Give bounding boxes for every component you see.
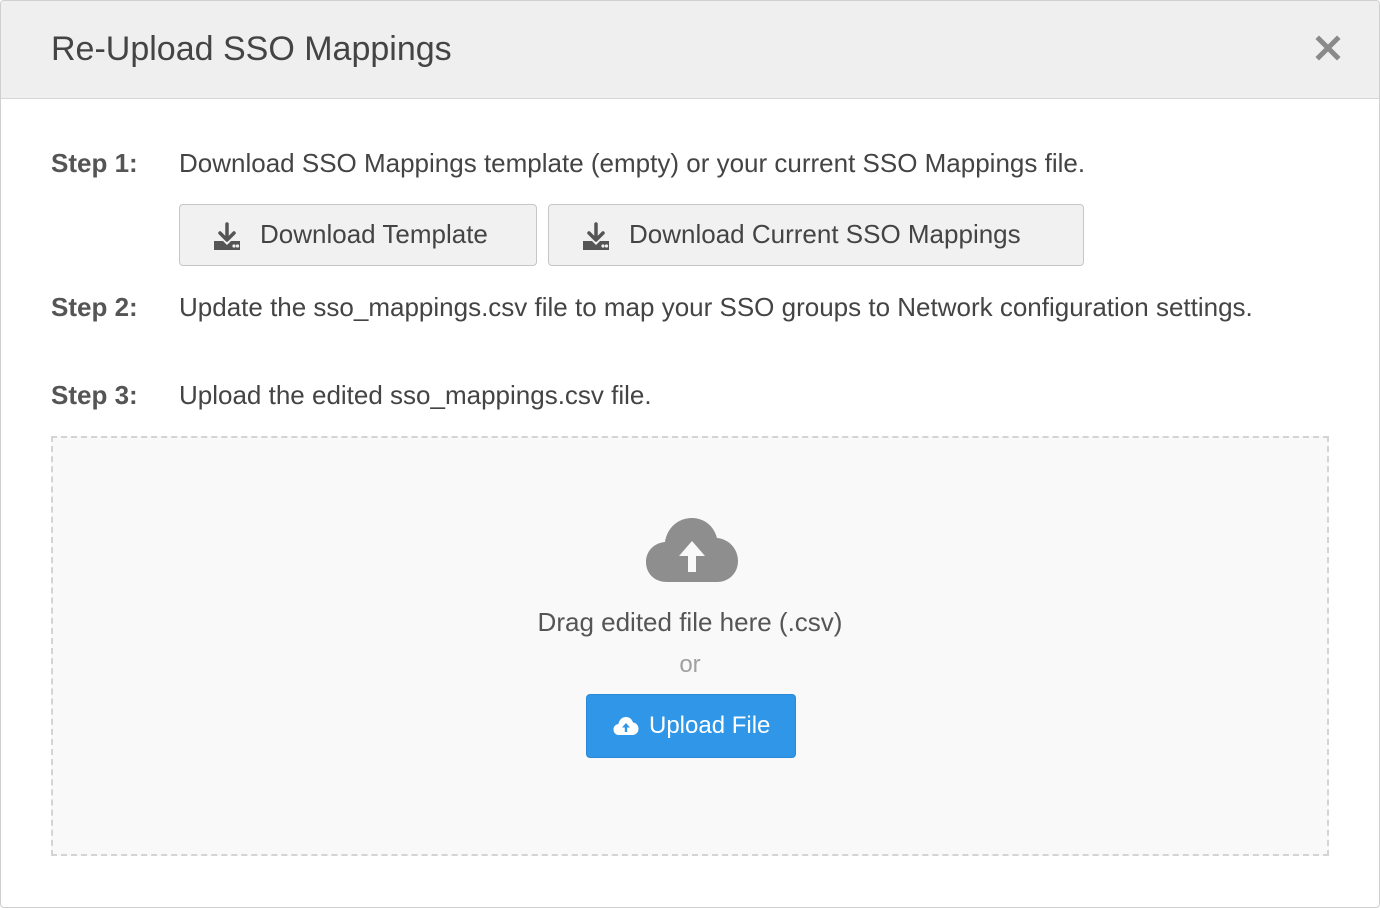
file-dropzone[interactable]: Drag edited file here (.csv) or Upload F…: [51, 436, 1329, 856]
download-current-mappings-button[interactable]: Download Current SSO Mappings: [548, 204, 1084, 266]
download-template-label: Download Template: [260, 219, 488, 249]
download-icon: [583, 222, 609, 250]
cloud-upload-icon: [613, 717, 639, 735]
or-separator: or: [679, 651, 701, 678]
step-2-label: Step 2:: [51, 292, 138, 322]
download-template-button[interactable]: Download Template: [179, 204, 537, 266]
upload-file-button[interactable]: Upload File: [586, 694, 796, 758]
download-current-mappings-label: Download Current SSO Mappings: [629, 219, 1021, 249]
modal-header: Re-Upload SSO Mappings: [1, 1, 1379, 99]
upload-file-label: Upload File: [649, 712, 771, 739]
step-3-text: Upload the edited sso_mappings.csv file.: [179, 380, 652, 410]
step-3-label: Step 3:: [51, 380, 138, 410]
step-1-text: Download SSO Mappings template (empty) o…: [179, 148, 1086, 178]
modal-title: Re-Upload SSO Mappings: [51, 30, 452, 68]
drag-instructions: Drag edited file here (.csv): [537, 607, 843, 637]
step-2-text: Update the sso_mappings.csv file to map …: [179, 292, 1253, 322]
download-icon: [214, 222, 240, 250]
cloud-upload-icon: [646, 518, 738, 582]
close-button[interactable]: [1313, 33, 1343, 63]
close-icon: [1315, 35, 1341, 61]
sso-mappings-modal: Re-Upload SSO Mappings Step 1: Download …: [0, 0, 1380, 908]
step-1-label: Step 1:: [51, 148, 138, 178]
